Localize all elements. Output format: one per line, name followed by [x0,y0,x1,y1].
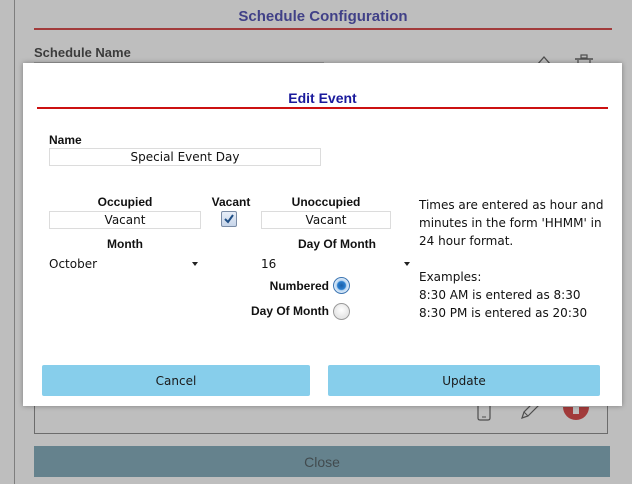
edit-event-dialog: Edit Event Name Occupied Vacant Unoccupi… [23,63,622,406]
help-text: Times are entered as hour and minutes in… [419,198,604,248]
vacant-label: Vacant [211,195,251,209]
time-format-help: Times are entered as hour and minutes in… [419,196,609,322]
occupied-input[interactable] [49,211,201,229]
month-select-value: October [49,257,98,271]
month-select[interactable]: October [47,255,201,273]
unoccupied-label: Unoccupied [291,195,361,209]
chevron-down-icon [404,262,410,266]
day-of-month-select-value: 16 [261,257,277,271]
day-of-month-select[interactable]: 16 [259,255,413,273]
examples-heading: Examples: [419,270,482,284]
name-label: Name [49,133,82,147]
chevron-down-icon [192,262,198,266]
dialog-title: Edit Event [37,90,608,109]
numbered-radio[interactable] [333,277,350,294]
occupied-label: Occupied [97,195,153,209]
update-button[interactable]: Update [328,365,600,396]
example-pm: 8:30 PM is entered as 20:30 [419,306,588,320]
day-of-month-label: Day Of Month [298,237,376,251]
name-input[interactable] [49,148,321,166]
day-of-month-radio[interactable] [333,303,350,320]
unoccupied-input[interactable] [261,211,391,229]
cancel-button[interactable]: Cancel [42,365,310,396]
numbered-label: Numbered [269,279,329,293]
checkmark-icon [224,214,234,224]
vacant-checkbox[interactable] [221,211,237,227]
month-label: Month [107,237,143,251]
example-am: 8:30 AM is entered as 8:30 [419,288,581,302]
day-of-month-radio-label: Day Of Month [251,304,329,318]
